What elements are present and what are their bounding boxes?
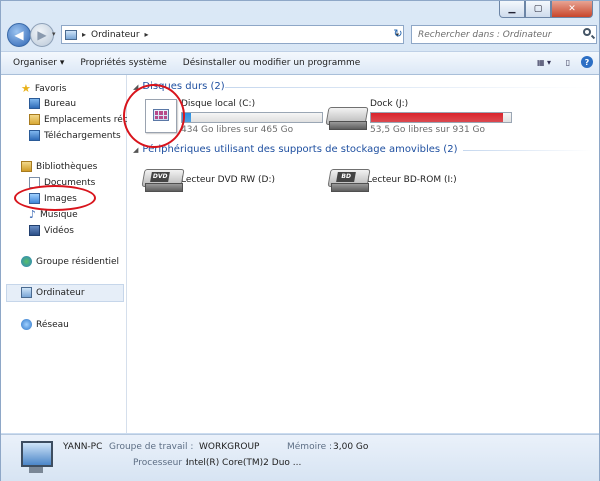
preview-pane-icon[interactable]: ▯ xyxy=(561,55,575,69)
collapse-triangle-icon[interactable]: ◢ xyxy=(133,146,138,154)
title-bar: ▁ ▢ ✕ xyxy=(1,1,599,19)
close-button[interactable]: ✕ xyxy=(551,1,593,18)
sidebar-item-videos[interactable]: Vidéos xyxy=(29,225,74,236)
explorer-window: ▁ ▢ ✕ ◀ ▶ ▾ ▸ Ordinateur ▸ ▾ ↻ Recherche… xyxy=(0,0,600,481)
drive-name: Disque local (C:) xyxy=(181,99,256,109)
sidebar-item-favorites[interactable]: ★ Favoris xyxy=(21,83,66,94)
videos-icon xyxy=(29,225,40,236)
dvd-drive-icon: DVD xyxy=(141,167,185,193)
sidebar-item-label: Ordinateur xyxy=(36,287,85,298)
breadcrumb-computer[interactable]: Ordinateur xyxy=(91,30,140,40)
drive-free-space: 434 Go libres sur 465 Go xyxy=(181,125,294,135)
network-icon xyxy=(21,319,32,330)
drive-usage-bar xyxy=(181,112,323,123)
command-bar: Organiser ▾ Propriétés système Désinstal… xyxy=(1,51,599,75)
sidebar-item-label: Bureau xyxy=(44,98,77,109)
sidebar-item-label: Réseau xyxy=(36,319,69,330)
star-icon: ★ xyxy=(21,82,31,95)
homegroup-icon xyxy=(21,256,32,267)
group-header-removable[interactable]: ◢ Périphériques utilisant des supports d… xyxy=(133,144,591,155)
red-annotation-circle xyxy=(123,84,185,148)
sidebar-item-desktop[interactable]: Bureau xyxy=(29,98,76,109)
sidebar-item-homegroup[interactable]: Groupe résidentiel xyxy=(21,256,119,267)
sidebar-item-libraries[interactable]: Bibliothèques xyxy=(21,161,97,172)
search-icon[interactable] xyxy=(583,28,591,36)
recent-pages-dropdown-icon[interactable]: ▾ xyxy=(52,30,56,38)
help-icon[interactable]: ? xyxy=(581,56,593,68)
group-title: Périphériques utilisant des supports de … xyxy=(142,144,458,155)
uninstall-program-button[interactable]: Désinstaller ou modifier un programme xyxy=(175,58,369,68)
drive-front-shape xyxy=(329,121,367,130)
group-divider xyxy=(225,87,591,88)
refresh-icon[interactable]: ↻ xyxy=(390,26,406,42)
drive-info: Disque local (C:) 434 Go libres sur 465 … xyxy=(181,99,323,135)
content-pane: ◢ Disques durs (2) Disque local (C:) 434… xyxy=(127,75,599,433)
music-icon: ♪ xyxy=(29,208,37,221)
drive-badge: DVD xyxy=(150,172,170,182)
system-properties-button[interactable]: Propriétés système xyxy=(72,58,174,68)
drive-badge: BD xyxy=(336,172,356,182)
breadcrumb-separator-icon[interactable]: ▸ xyxy=(82,30,86,39)
minimize-button[interactable]: ▁ xyxy=(499,1,525,18)
navigation-pane: ★ Favoris Bureau Emplacements réce Téléc… xyxy=(1,75,133,433)
bd-drive-icon: BD xyxy=(327,167,371,193)
drive-free-space: 53,5 Go libres sur 931 Go xyxy=(370,125,486,135)
drive-front-shape xyxy=(145,183,183,192)
search-placeholder[interactable]: Rechercher dans : Ordinateur xyxy=(418,30,552,40)
memory-label: Mémoire : xyxy=(287,442,333,452)
drive-info: Dock (J:) 53,5 Go libres sur 931 Go xyxy=(370,99,512,135)
maximize-button[interactable]: ▢ xyxy=(525,1,551,18)
sidebar-item-label: Vidéos xyxy=(44,225,74,236)
caption-buttons: ▁ ▢ ✕ xyxy=(499,1,593,18)
memory-value: 3,00 Go xyxy=(333,442,369,452)
drive-item-i[interactable]: BD Lecteur BD-ROM (I:) xyxy=(327,167,457,193)
address-bar[interactable]: ▸ Ordinateur ▸ ▾ xyxy=(61,25,404,44)
drive-info: Lecteur BD-ROM (I:) xyxy=(367,175,457,193)
red-annotation-circle xyxy=(14,185,96,211)
sidebar-item-computer[interactable]: Ordinateur xyxy=(21,287,85,298)
drive-item-j[interactable]: Dock (J:) 53,5 Go libres sur 931 Go xyxy=(325,99,512,135)
drive-front-shape xyxy=(331,183,369,192)
downloads-icon xyxy=(29,130,40,141)
drive-usage-fill xyxy=(371,113,503,122)
group-divider xyxy=(463,150,591,151)
pc-name: YANN-PC xyxy=(63,442,103,452)
processor-value: Intel(R) Core(TM)2 Duo ... xyxy=(186,458,302,468)
view-controls: ▦ ▾ ▯ ? xyxy=(533,55,593,69)
hard-drive-icon xyxy=(325,105,369,131)
details-pane: YANN-PC Groupe de travail : WORKGROUP Mé… xyxy=(1,434,599,481)
recent-places-icon xyxy=(29,114,40,125)
search-box[interactable]: Rechercher dans : Ordinateur xyxy=(411,25,597,44)
back-button[interactable]: ◀ xyxy=(7,23,31,47)
desktop-icon xyxy=(29,98,40,109)
change-view-icon[interactable]: ▦ ▾ xyxy=(533,55,555,69)
drive-name: Lecteur BD-ROM (I:) xyxy=(367,175,457,185)
organize-menu[interactable]: Organiser ▾ xyxy=(5,58,72,68)
workgroup-value: WORKGROUP xyxy=(199,442,260,452)
drive-info: Lecteur DVD RW (D:) xyxy=(181,175,275,193)
computer-icon xyxy=(21,287,32,298)
drive-item-d[interactable]: DVD Lecteur DVD RW (D:) xyxy=(141,167,275,193)
sidebar-item-label: Emplacements réce xyxy=(44,114,134,125)
sidebar-item-label: Téléchargements xyxy=(44,130,121,141)
sidebar-item-label: Musique xyxy=(40,209,78,220)
sidebar-item-recent-places[interactable]: Emplacements réce xyxy=(29,114,133,125)
breadcrumb-separator-icon[interactable]: ▸ xyxy=(145,30,149,39)
computer-icon xyxy=(21,441,53,473)
sidebar-item-downloads[interactable]: Téléchargements xyxy=(29,130,121,141)
sidebar-item-label: Favoris xyxy=(34,83,67,94)
sidebar-item-label: Bibliothèques xyxy=(36,161,98,172)
drive-name: Dock (J:) xyxy=(370,99,409,109)
computer-icon xyxy=(65,29,77,40)
libraries-icon xyxy=(21,161,32,172)
workgroup-label: Groupe de travail : xyxy=(109,442,194,452)
drive-usage-bar xyxy=(370,112,512,123)
sidebar-item-network[interactable]: Réseau xyxy=(21,319,69,330)
forward-button[interactable]: ▶ xyxy=(30,23,54,47)
sidebar-item-label: Groupe résidentiel xyxy=(36,256,120,267)
navigation-bar: ◀ ▶ ▾ ▸ Ordinateur ▸ ▾ ↻ Rechercher dans… xyxy=(1,21,599,49)
drive-name: Lecteur DVD RW (D:) xyxy=(181,175,276,185)
processor-label: Processeur : xyxy=(133,458,188,468)
